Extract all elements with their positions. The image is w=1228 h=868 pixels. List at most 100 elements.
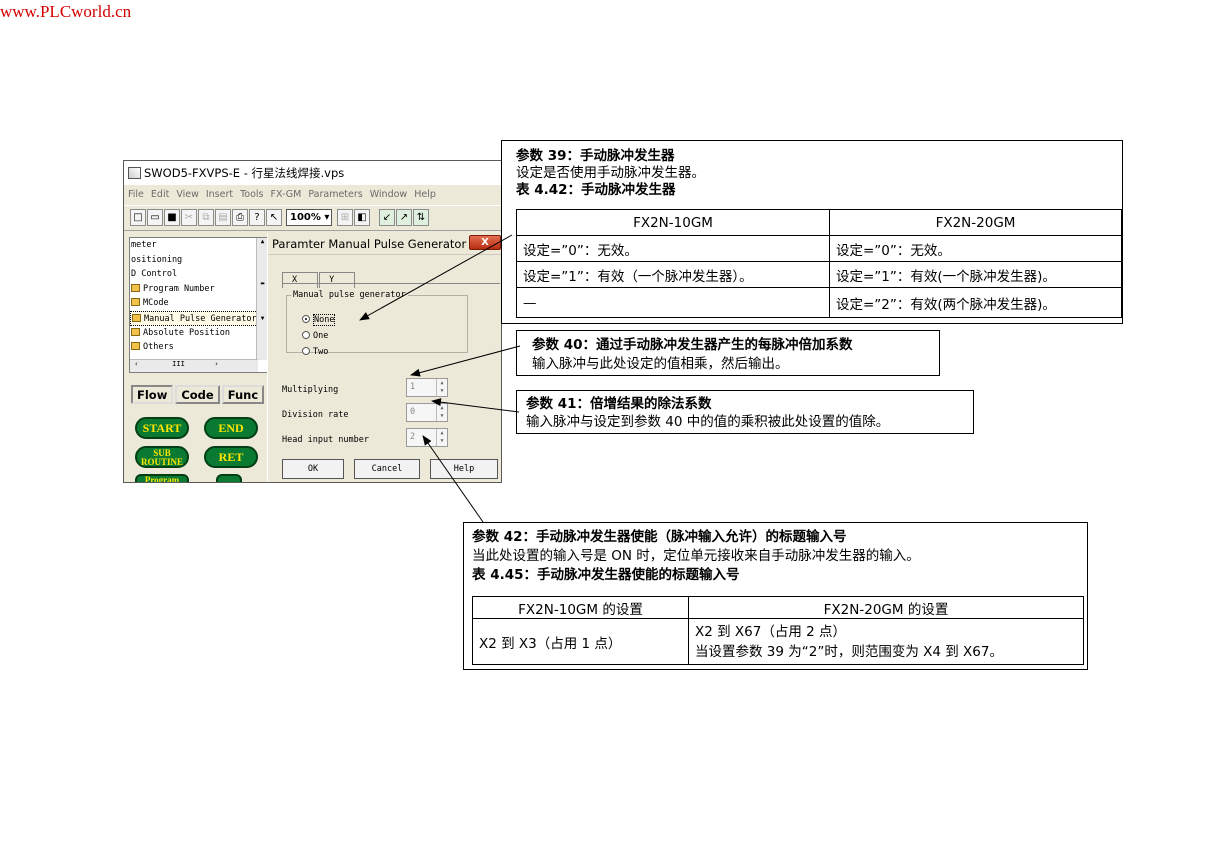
- cut-icon[interactable]: ✂: [181, 209, 197, 226]
- menu-parameters[interactable]: Parameters: [308, 189, 362, 200]
- close-icon[interactable]: X: [469, 235, 501, 250]
- tree-item[interactable]: ositioning: [130, 253, 268, 268]
- start-block-button[interactable]: START: [135, 417, 189, 439]
- spinner-icon[interactable]: ▲ ▼: [436, 429, 447, 446]
- ok-button[interactable]: OK: [282, 459, 344, 479]
- radio-label: None: [313, 314, 336, 326]
- tree-item-label: Absolute Position: [143, 327, 230, 338]
- table-cell: 设定=”0”：无效。: [516, 235, 830, 262]
- menu-help[interactable]: Help: [414, 189, 436, 200]
- multiplying-label: Multiplying: [282, 385, 339, 395]
- zoom-select[interactable]: 100% ▾: [286, 209, 332, 226]
- tab-flow[interactable]: Flow: [131, 385, 174, 404]
- table-row: — 设定=”2”：有效(两个脉冲发生器)。: [516, 287, 1122, 318]
- menu-fx-gm[interactable]: FX-GM: [271, 189, 302, 200]
- print-icon[interactable]: ⎙: [232, 209, 248, 226]
- table-cell: X2 到 X3（占用 1 点）: [472, 618, 689, 665]
- tree-item-selected[interactable]: Manual Pulse Generator: [130, 310, 268, 326]
- watermark: www.PLCworld.cn: [0, 2, 132, 21]
- division-rate-input[interactable]: 0 ▲ ▼: [406, 403, 448, 422]
- toolbar: □ ▭ ■ ✂ ⧉ ▤ ⎙? ↖ 100% ▾ ⊞ ◧ ↙ ↗ ⇅: [124, 205, 501, 231]
- menu-file[interactable]: File: [128, 189, 144, 200]
- menu-window[interactable]: Window: [370, 189, 407, 200]
- menu-edit[interactable]: Edit: [151, 189, 169, 200]
- app-window: SWOD5-FXVPS-E - 行星法线焊接.vps File Edit View I…: [123, 160, 502, 483]
- monitor-icon[interactable]: ◧: [354, 209, 370, 226]
- tree-item-label: MCode: [143, 298, 169, 309]
- grid-icon[interactable]: ⊞: [337, 209, 353, 226]
- tab-func[interactable]: Func: [221, 385, 265, 404]
- menu-view[interactable]: View: [176, 189, 199, 200]
- param41-desc: 输入脉冲与设定到参数 40 中的值的乘积被此处设置的值除。: [526, 414, 890, 430]
- radio-checked-icon: [302, 315, 310, 323]
- table-cell: —: [516, 287, 830, 318]
- radio-icon: [302, 331, 310, 339]
- param39-table-title: 表 4.42：手动脉冲发生器: [516, 182, 676, 198]
- context-help-icon[interactable]: ↖: [266, 209, 282, 226]
- help-button[interactable]: Help: [430, 459, 498, 479]
- radio-two[interactable]: Two: [302, 346, 328, 358]
- group-label: Manual pulse generator: [291, 289, 408, 301]
- help-icon[interactable]: ?: [249, 209, 265, 226]
- new-file-icon[interactable]: □: [130, 209, 146, 226]
- folder-icon: [131, 283, 140, 292]
- transfer-write-icon[interactable]: ↙: [379, 209, 395, 226]
- param42-box: 参数 42：手动脉冲发生器使能（脉冲输入允许）的标题输入号 当此处设置的输入号是…: [463, 522, 1088, 670]
- head-input-number-input[interactable]: 2 ▲ ▼: [406, 428, 448, 447]
- tree-horizontal-scrollbar[interactable]: ‹ III ›: [130, 359, 258, 372]
- table-cell: 设定=”1”：有效(一个脉冲发生器)。: [829, 261, 1122, 288]
- param40-desc: 输入脉冲与此处设定的值相乘，然后输出。: [532, 356, 789, 372]
- param42-title: 参数 42：手动脉冲发生器使能（脉冲输入允许）的标题输入号: [472, 529, 847, 545]
- parameter-tree[interactable]: meter ositioning D Control Program Numbe…: [129, 237, 269, 373]
- table-cell: X2 到 X67（占用 2 点） 当设置参数 39 为“2”时，则范围变为 X4 …: [688, 618, 1084, 665]
- folder-icon: [131, 298, 140, 307]
- menu-tools[interactable]: Tools: [240, 189, 263, 200]
- transfer-read-icon[interactable]: ↗: [396, 209, 412, 226]
- cancel-button[interactable]: Cancel: [354, 459, 420, 479]
- paste-icon[interactable]: ▤: [215, 209, 231, 226]
- verify-icon[interactable]: ⇅: [413, 209, 429, 226]
- tree-item[interactable]: D Control: [130, 267, 268, 282]
- head-input-number-value: 2: [410, 432, 416, 442]
- app-title-bar: SWOD5-FXVPS-E - 行星法线焊接.vps: [124, 161, 501, 185]
- spinner-icon[interactable]: ▲ ▼: [436, 379, 447, 396]
- tab-code[interactable]: Code: [175, 385, 220, 404]
- end-block-button[interactable]: END: [204, 417, 258, 439]
- table-cell: 设定=”0”：无效。: [829, 235, 1122, 262]
- folder-icon: [131, 342, 140, 351]
- tree-item[interactable]: MCode: [130, 296, 268, 311]
- tree-item[interactable]: Absolute Position: [130, 326, 268, 341]
- folder-icon: [131, 327, 140, 336]
- head-input-number-label: Head input number: [282, 435, 369, 445]
- multiplying-input[interactable]: 1 ▲ ▼: [406, 378, 448, 397]
- table-header-row: FX2N-10GM FX2N-20GM: [516, 209, 1122, 236]
- param40-title: 参数 40：通过手动脉冲发生器产生的每脉冲倍加系数: [532, 337, 853, 353]
- table-row: 设定=”1”：有效（一个脉冲发生器）。 设定=”1”：有效(一个脉冲发生器)。: [516, 261, 1122, 288]
- subroutine-block-button[interactable]: SUB ROUTINE: [135, 446, 189, 468]
- tree-item[interactable]: meter: [130, 238, 268, 253]
- open-folder-icon[interactable]: ▭: [147, 209, 163, 226]
- tree-item[interactable]: Others: [130, 340, 268, 355]
- radio-none[interactable]: None: [302, 314, 336, 326]
- copy-icon[interactable]: ⧉: [198, 209, 214, 226]
- param42-desc: 当此处设置的输入号是 ON 时，定位单元接收来自手动脉冲发生器的输入。: [472, 548, 920, 564]
- ret-block-button[interactable]: RET: [204, 446, 258, 468]
- param42-table-title: 表 4.45：手动脉冲发生器使能的标题输入号: [472, 567, 740, 583]
- spinner-icon[interactable]: ▲ ▼: [436, 404, 447, 421]
- menu-insert[interactable]: Insert: [206, 189, 233, 200]
- program-block-button[interactable]: Program: [135, 474, 189, 482]
- param41-title: 参数 41：倍增结果的除法系数: [526, 396, 712, 412]
- table-row: X2 到 X3（占用 1 点） X2 到 X67（占用 2 点） 当设置参数 39…: [472, 618, 1084, 665]
- save-icon[interactable]: ■: [164, 209, 180, 226]
- tree-item[interactable]: Program Number: [130, 282, 268, 297]
- param40-box: 参数 40：通过手动脉冲发生器产生的每脉冲倍加系数 输入脉冲与此处设定的值相乘，…: [516, 330, 940, 376]
- division-rate-label: Division rate: [282, 410, 349, 420]
- radio-one[interactable]: One: [302, 330, 328, 342]
- multiplying-value: 1: [410, 382, 416, 392]
- scroll-thumb[interactable]: III: [172, 360, 185, 368]
- parameter-dialog: Paramter Manual Pulse Generator X XY Man…: [267, 233, 501, 482]
- tree-item-label: Program Number: [143, 283, 215, 294]
- param39-box: 参数 39：手动脉冲发生器 设定是否使用手动脉冲发生器。 表 4.42：手动脉冲…: [501, 140, 1123, 324]
- param41-box: 参数 41：倍增结果的除法系数 输入脉冲与设定到参数 40 中的值的乘积被此处设…: [516, 390, 974, 434]
- block-button[interactable]: [216, 474, 242, 482]
